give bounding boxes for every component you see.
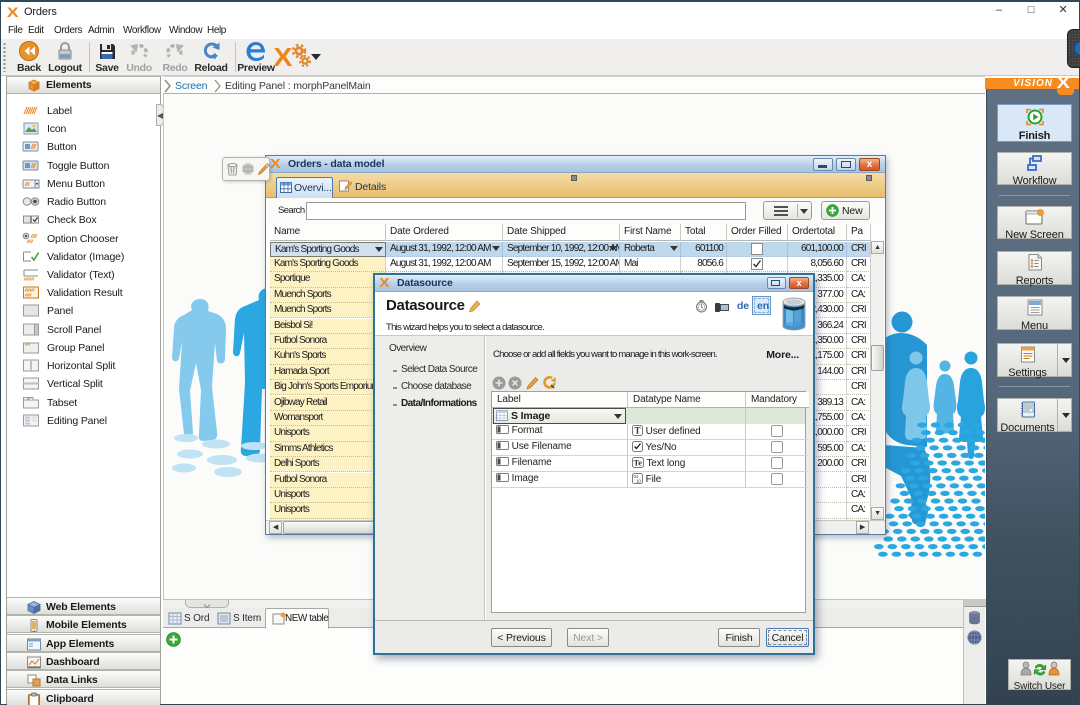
svg-text:T: T <box>635 426 641 436</box>
svg-text:10: 10 <box>636 479 641 484</box>
svg-text:X: X <box>273 42 292 71</box>
svg-text:Te: Te <box>634 458 643 468</box>
